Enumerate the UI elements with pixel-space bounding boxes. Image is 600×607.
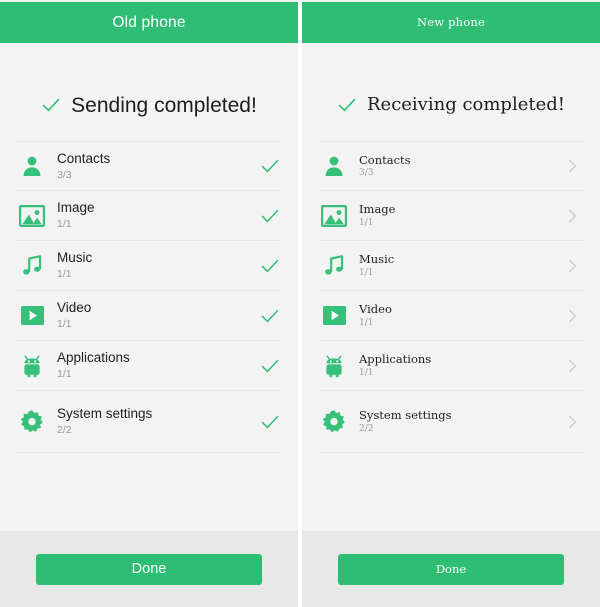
list-item-label: Image xyxy=(359,202,396,217)
list-item-count: 3/3 xyxy=(57,168,72,181)
chevron-right-icon[interactable] xyxy=(561,355,583,377)
list-item-text: Image 1/1 xyxy=(359,203,561,227)
system-settings-icon xyxy=(319,407,349,437)
list-item[interactable]: Contacts 3/3 xyxy=(17,141,281,191)
list-item-text: Applications 1/1 xyxy=(57,351,259,379)
chevron-right-icon[interactable] xyxy=(561,155,583,177)
done-button[interactable]: Done xyxy=(338,553,564,585)
done-button[interactable]: Done xyxy=(36,553,262,585)
contacts-icon xyxy=(319,151,349,181)
list-item-text: Applications 1/1 xyxy=(359,353,561,377)
list-item[interactable]: System settings 2/2 xyxy=(319,391,583,453)
list-item[interactable]: System settings 2/2 xyxy=(17,391,281,453)
list-item[interactable]: Applications 1/1 xyxy=(17,341,281,391)
new-phone-status: Receiving completed! xyxy=(302,90,600,120)
list-item-count: 2/2 xyxy=(57,424,72,437)
list-item[interactable]: Music 1/1 xyxy=(319,241,583,291)
list-item-label: Contacts xyxy=(57,150,111,166)
old-phone-footer: Done xyxy=(0,531,298,607)
new-phone-header-title: New phone xyxy=(416,14,486,29)
list-item[interactable]: Music 1/1 xyxy=(17,241,281,291)
list-item-count: 1/1 xyxy=(57,368,72,381)
list-item-text: Image 1/1 xyxy=(57,201,259,229)
old-phone-status: Sending completed! xyxy=(0,90,298,120)
check-icon xyxy=(259,255,281,277)
list-item[interactable]: Applications 1/1 xyxy=(319,341,583,391)
video-icon xyxy=(17,301,47,331)
list-item-label: System settings xyxy=(57,406,153,422)
list-item-text: Video 1/1 xyxy=(57,301,259,329)
new-phone-body: Receiving completed! Contacts 3/3 Image … xyxy=(302,43,600,531)
list-item-count: 1/1 xyxy=(57,218,72,231)
list-item-count: 1/1 xyxy=(359,217,374,228)
check-icon xyxy=(338,98,356,112)
list-item-label: Applications xyxy=(57,350,130,366)
check-icon xyxy=(259,411,281,433)
list-item[interactable]: Video 1/1 xyxy=(17,291,281,341)
old-phone-header-title: Old phone xyxy=(112,13,186,31)
new-phone-header: New phone xyxy=(302,2,600,43)
list-item-count: 1/1 xyxy=(57,268,72,281)
system-settings-icon xyxy=(17,407,47,437)
list-item-text: Contacts 3/3 xyxy=(57,150,259,181)
list-item[interactable]: Video 1/1 xyxy=(319,291,583,341)
list-item-label: Contacts xyxy=(359,152,411,167)
old-phone-item-list: Contacts 3/3 Image 1/1 Music 1/1 Video 1… xyxy=(0,141,298,453)
applications-icon xyxy=(17,351,47,381)
applications-icon xyxy=(319,351,349,381)
check-icon xyxy=(259,155,281,177)
list-item-text: Contacts 3/3 xyxy=(359,152,561,179)
list-item-label: Video xyxy=(359,302,392,317)
list-item-count: 1/1 xyxy=(359,367,374,378)
panel-new-phone: New phone Receiving completed! Contacts … xyxy=(302,0,600,607)
new-phone-item-list: Contacts 3/3 Image 1/1 Music 1/1 Video 1… xyxy=(302,141,600,453)
old-phone-status-text: Sending completed! xyxy=(71,93,257,117)
check-icon xyxy=(42,98,60,112)
list-item[interactable]: Image 1/1 xyxy=(319,191,583,241)
phone-transfer-comparison: Old phone Sending completed! Contacts 3/… xyxy=(0,0,600,607)
check-icon xyxy=(259,205,281,227)
list-item-label: System settings xyxy=(359,408,452,423)
list-item[interactable]: Image 1/1 xyxy=(17,191,281,241)
list-item-count: 2/2 xyxy=(359,423,374,434)
list-item-count: 1/1 xyxy=(359,317,374,328)
list-item-text: Music 1/1 xyxy=(57,251,259,279)
panel-old-phone: Old phone Sending completed! Contacts 3/… xyxy=(0,0,298,607)
chevron-right-icon[interactable] xyxy=(561,255,583,277)
list-item-label: Music xyxy=(57,250,93,266)
contacts-icon xyxy=(17,151,47,181)
list-item-label: Image xyxy=(57,200,95,216)
chevron-right-icon[interactable] xyxy=(561,411,583,433)
list-item-text: System settings 2/2 xyxy=(57,407,259,435)
list-item-label: Video xyxy=(57,300,92,316)
list-item-count: 1/1 xyxy=(359,267,374,278)
check-icon xyxy=(259,355,281,377)
old-phone-header: Old phone xyxy=(0,2,298,43)
list-item[interactable]: Contacts 3/3 xyxy=(319,141,583,191)
chevron-right-icon[interactable] xyxy=(561,205,583,227)
list-item-label: Music xyxy=(359,252,395,267)
video-icon xyxy=(319,301,349,331)
image-icon xyxy=(319,201,349,231)
image-icon xyxy=(17,201,47,231)
old-phone-body: Sending completed! Contacts 3/3 Image 1/… xyxy=(0,43,298,531)
chevron-right-icon[interactable] xyxy=(561,305,583,327)
list-item-count: 1/1 xyxy=(57,318,72,331)
new-phone-footer: Done xyxy=(302,531,600,607)
list-item-text: Music 1/1 xyxy=(359,253,561,277)
new-phone-status-text: Receiving completed! xyxy=(366,94,566,115)
list-item-count: 3/3 xyxy=(359,168,374,179)
list-item-label: Applications xyxy=(359,352,432,367)
check-icon xyxy=(259,305,281,327)
music-icon xyxy=(319,251,349,281)
list-item-text: System settings 2/2 xyxy=(359,409,561,433)
music-icon xyxy=(17,251,47,281)
list-item-text: Video 1/1 xyxy=(359,303,561,327)
